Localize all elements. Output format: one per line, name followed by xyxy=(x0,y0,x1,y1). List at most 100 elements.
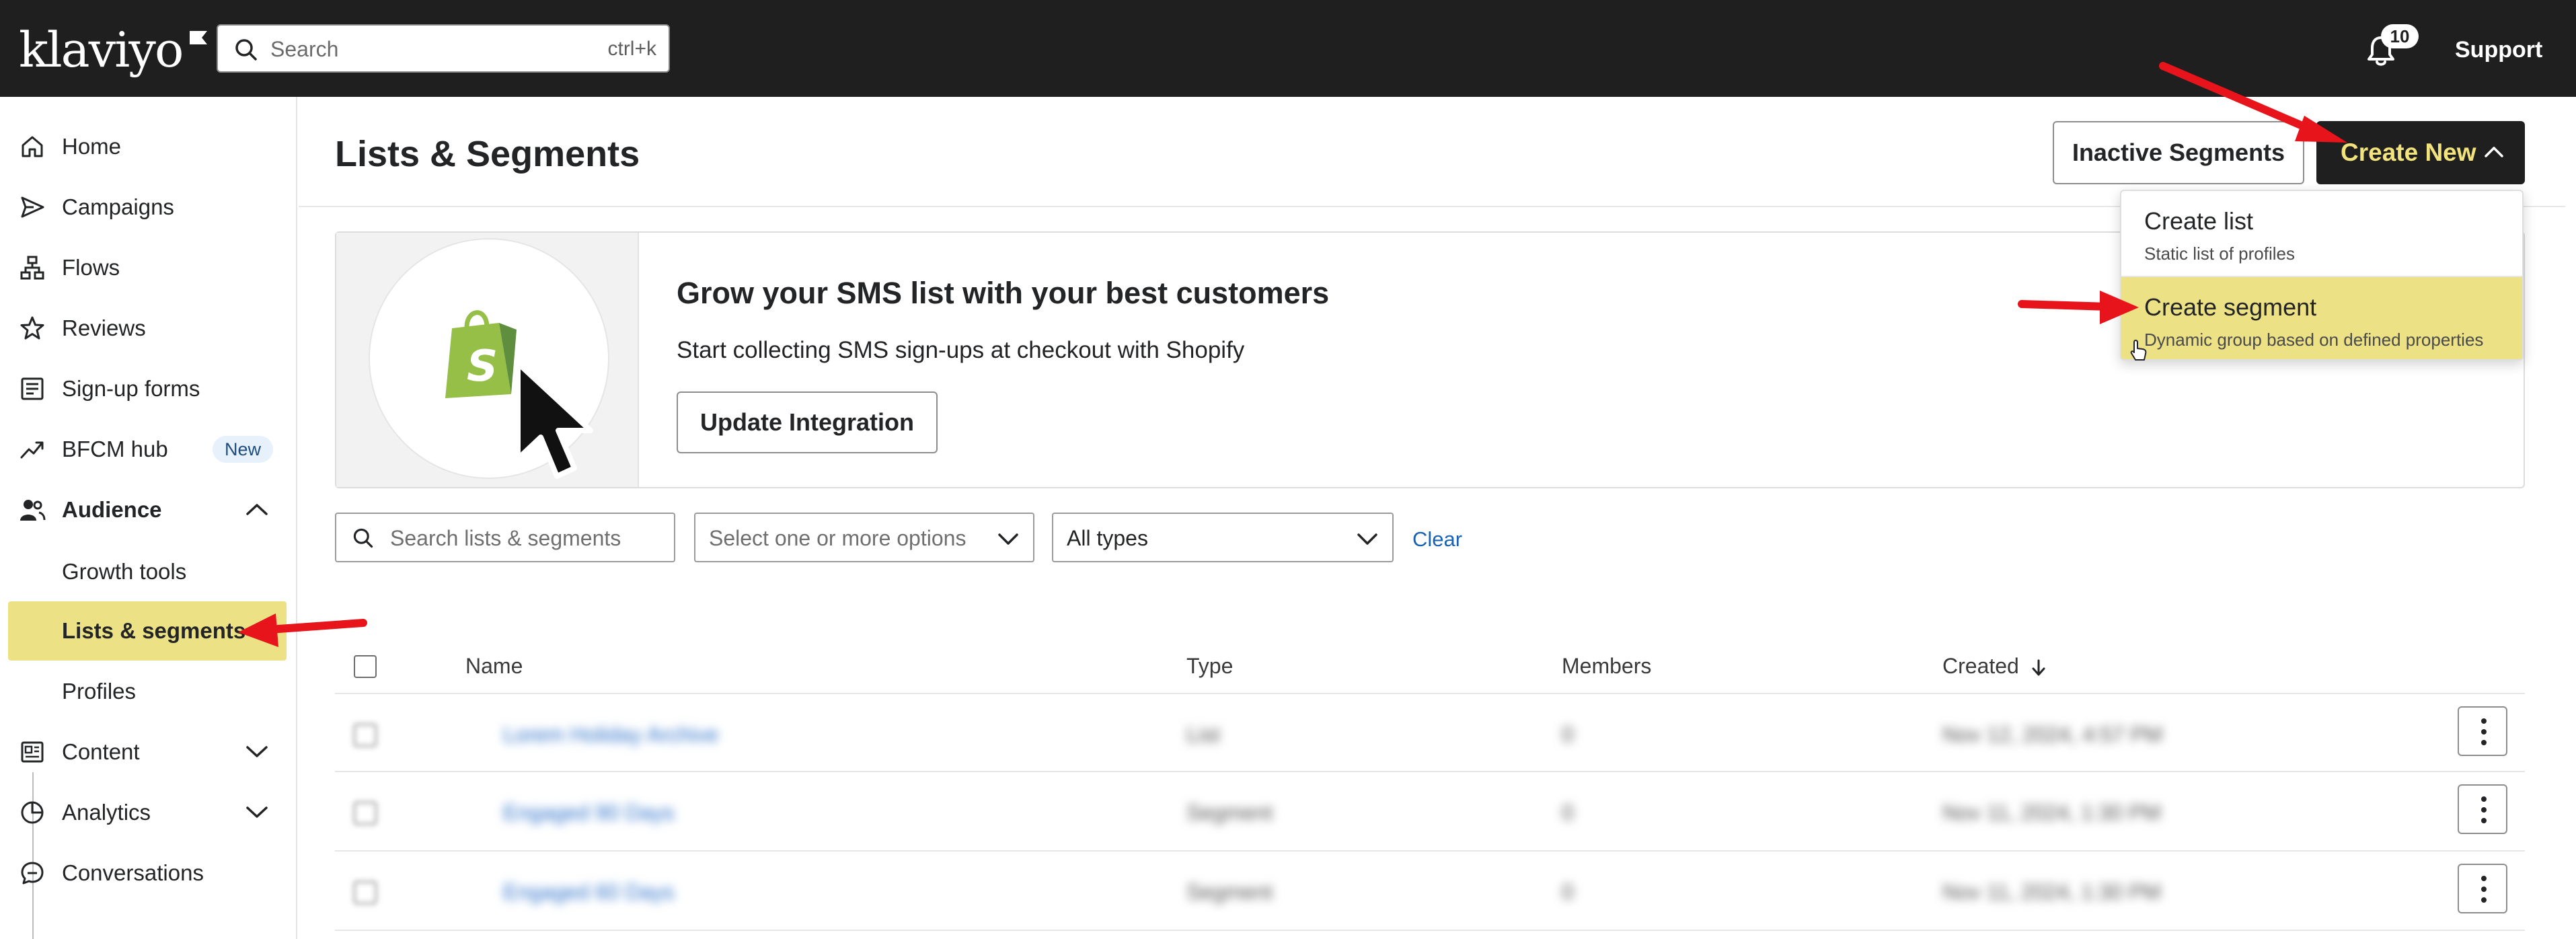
kebab-dot xyxy=(2481,887,2487,892)
tags-filter-select[interactable]: Select one or more options xyxy=(694,513,1034,562)
svg-text:S: S xyxy=(467,342,498,391)
search-shortcut-hint: ctrl+k xyxy=(607,38,656,60)
row-type: Segment xyxy=(1186,880,1273,904)
cursor-pointer-icon xyxy=(515,361,593,479)
form-icon xyxy=(21,377,44,400)
menu-item-title: Create segment xyxy=(2144,293,2317,321)
chevron-down-icon xyxy=(998,533,1018,545)
menu-item-create-segment[interactable]: Create segment Dynamic group based on de… xyxy=(2121,277,2522,359)
sidebar-item-reviews[interactable]: Reviews xyxy=(0,300,297,356)
row-members: 0 xyxy=(1562,880,1574,904)
row-created: Nov 12, 2024, 4:57 PM xyxy=(1942,722,2163,747)
row-name[interactable]: Engaged 90 Days xyxy=(503,798,674,827)
sidebar-item-label: Flows xyxy=(62,255,120,280)
sidebar-item-audience[interactable]: Audience xyxy=(0,482,297,538)
sidebar-item-analytics[interactable]: Analytics xyxy=(0,784,297,841)
sort-descending-icon xyxy=(2032,659,2045,676)
sidebar-item-label: Reviews xyxy=(62,315,146,340)
sidebar-item-signup-forms[interactable]: Sign-up forms xyxy=(0,361,297,417)
sidebar-item-label: Audience xyxy=(62,497,162,522)
new-badge: New xyxy=(213,436,274,463)
type-filter-select[interactable]: All types xyxy=(1052,513,1394,562)
update-integration-button[interactable]: Update Integration xyxy=(677,391,938,453)
table-header-divider xyxy=(335,693,2525,694)
inactive-segments-button[interactable]: Inactive Segments xyxy=(2053,121,2304,184)
chat-icon xyxy=(21,862,44,885)
sidebar-subitem-growth-tools[interactable]: Growth tools xyxy=(8,542,287,601)
menu-item-description: Static list of profiles xyxy=(2144,243,2295,264)
menu-item-title: Create list xyxy=(2144,207,2254,235)
hand-cursor-icon xyxy=(2130,340,2147,361)
type-filter-value: All types xyxy=(1067,526,1148,550)
row-checkbox[interactable] xyxy=(354,802,377,825)
column-header-type[interactable]: Type xyxy=(1186,651,1233,681)
create-new-button[interactable]: Create New xyxy=(2316,121,2525,184)
row-name[interactable]: Lorem Holiday Archive xyxy=(503,720,718,749)
chevron-down-icon[interactable] xyxy=(245,741,269,761)
tags-filter-placeholder: Select one or more options xyxy=(709,526,967,550)
sidebar-item-label: Conversations xyxy=(62,860,204,885)
support-link[interactable]: Support xyxy=(2455,34,2542,66)
chevron-up-icon[interactable] xyxy=(245,499,269,519)
sidebar-item-conversations[interactable]: Conversations xyxy=(0,845,297,901)
sidebar-item-label: Sign-up forms xyxy=(62,376,200,401)
audience-icon xyxy=(20,500,46,521)
analytics-icon xyxy=(21,801,44,824)
menu-item-create-list[interactable]: Create list Static list of profiles xyxy=(2121,191,2522,276)
clear-filters-link[interactable]: Clear xyxy=(1412,526,1462,553)
sidebar: Home Campaigns Flows Reviews Sign-up for… xyxy=(0,97,297,939)
sidebar-item-label: Home xyxy=(62,134,122,159)
lists-search-field[interactable] xyxy=(335,513,675,562)
star-icon xyxy=(20,316,44,340)
kebab-dot xyxy=(2481,807,2487,813)
klaviyo-logo[interactable]: klaviyo xyxy=(19,24,209,75)
sidebar-subitem-profiles[interactable]: Profiles xyxy=(8,662,287,721)
row-checkbox[interactable] xyxy=(354,881,377,904)
row-more-actions-button[interactable] xyxy=(2458,864,2507,913)
kebab-dot xyxy=(2481,740,2487,745)
search-icon xyxy=(353,528,373,548)
row-more-actions-button[interactable] xyxy=(2458,706,2507,756)
notifications-count-badge: 10 xyxy=(2381,24,2419,48)
column-header-name[interactable]: Name xyxy=(465,651,523,681)
sidebar-item-flows[interactable]: Flows xyxy=(0,239,297,296)
kebab-dot xyxy=(2481,718,2487,724)
create-new-label: Create New xyxy=(2341,139,2476,166)
kebab-dot xyxy=(2481,796,2487,802)
chevron-down-icon[interactable] xyxy=(245,802,269,822)
row-type: List xyxy=(1186,722,1220,747)
trend-icon xyxy=(20,441,44,459)
sidebar-item-campaigns[interactable]: Campaigns xyxy=(0,179,297,235)
global-search-input[interactable] xyxy=(270,31,580,67)
sidebar-item-home[interactable]: Home xyxy=(0,118,297,175)
select-all-checkbox[interactable] xyxy=(354,655,377,678)
kebab-dot xyxy=(2481,897,2487,903)
row-divider xyxy=(335,850,2525,852)
column-header-members[interactable]: Members xyxy=(1562,651,1651,681)
sidebar-item-label: Lists & segments xyxy=(62,618,246,643)
row-checkbox[interactable] xyxy=(354,724,377,747)
column-header-created[interactable]: Created xyxy=(1942,651,2048,681)
row-divider xyxy=(335,930,2525,931)
sidebar-subitem-lists-segments[interactable]: Lists & segments xyxy=(8,601,287,661)
kebab-dot xyxy=(2481,876,2487,881)
sidebar-item-label: Content xyxy=(62,739,140,764)
row-name[interactable]: Engaged 60 Days xyxy=(503,877,674,907)
sidebar-item-label: Growth tools xyxy=(62,559,187,584)
row-more-actions-button[interactable] xyxy=(2458,784,2507,834)
kebab-dot xyxy=(2481,818,2487,823)
kebab-dot xyxy=(2481,729,2487,735)
search-icon xyxy=(235,39,257,61)
global-search[interactable]: ctrl+k xyxy=(217,24,670,73)
chevron-up-icon xyxy=(2485,147,2503,157)
logo-flag-icon xyxy=(189,31,207,44)
sidebar-item-bfcm-hub[interactable]: BFCM hub New xyxy=(0,421,297,478)
sidebar-item-label: Campaigns xyxy=(62,194,174,219)
send-icon xyxy=(21,196,44,218)
content-icon xyxy=(21,741,44,763)
row-members: 0 xyxy=(1562,722,1574,747)
sidebar-item-content[interactable]: Content xyxy=(0,724,297,780)
sidebar-item-label: Profiles xyxy=(62,679,137,704)
row-created: Nov 11, 2024, 1:30 PM xyxy=(1942,800,2161,825)
lists-search-input[interactable] xyxy=(390,521,659,556)
